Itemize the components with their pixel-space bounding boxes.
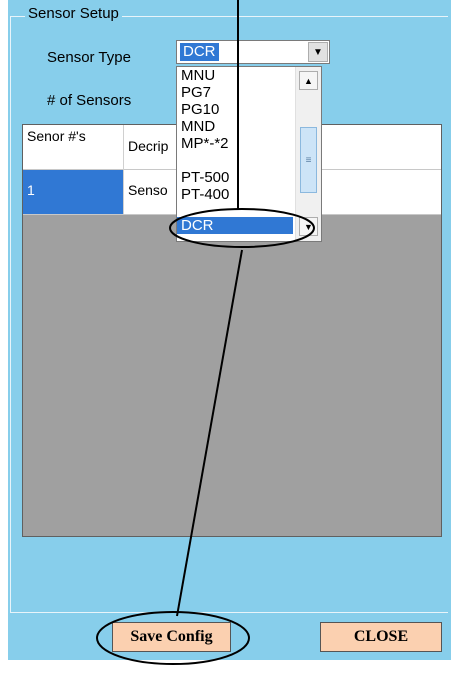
sensor-type-value: DCR <box>180 43 219 61</box>
arrow-down-icon[interactable]: ▼ <box>299 217 318 236</box>
save-config-button[interactable]: Save Config <box>112 622 231 652</box>
dropdown-scrollbar[interactable]: ▲ ≡ ▼ <box>295 67 321 241</box>
num-sensors-label: # of Sensors <box>47 92 132 109</box>
dropdown-option[interactable]: PT-400 <box>177 186 293 203</box>
dropdown-option[interactable]: MNU <box>177 67 293 84</box>
scrollbar-thumb[interactable]: ≡ <box>300 127 317 193</box>
column-header-sensor-number[interactable]: Senor #'s <box>23 125 124 170</box>
sensor-type-dropdown-list[interactable]: MNU PG7 PG10 MND MP*-*2 PT-500 PT-400 DC… <box>176 66 322 242</box>
sensor-type-combo[interactable]: DCR ▼ <box>176 40 330 64</box>
column-header-label: Senor #'s <box>27 128 86 144</box>
sensor-type-label: Sensor Type <box>47 49 131 66</box>
dropdown-option-selected[interactable]: DCR <box>177 217 293 234</box>
dropdown-option[interactable]: PT-500 <box>177 169 293 186</box>
dropdown-option[interactable]: MND <box>177 118 293 135</box>
dropdown-option[interactable]: PG10 <box>177 101 293 118</box>
arrow-up-icon[interactable]: ▲ <box>299 71 318 90</box>
dropdown-option[interactable]: MP*-*2 <box>177 135 293 152</box>
groupbox-title: Sensor Setup <box>25 5 122 23</box>
dropdown-option[interactable]: PG7 <box>177 84 293 101</box>
sensor-number-cell[interactable]: 1 <box>23 170 124 214</box>
chevron-down-icon[interactable]: ▼ <box>308 42 328 62</box>
close-button[interactable]: CLOSE <box>320 622 442 652</box>
column-header-label: Decrip <box>128 138 169 154</box>
